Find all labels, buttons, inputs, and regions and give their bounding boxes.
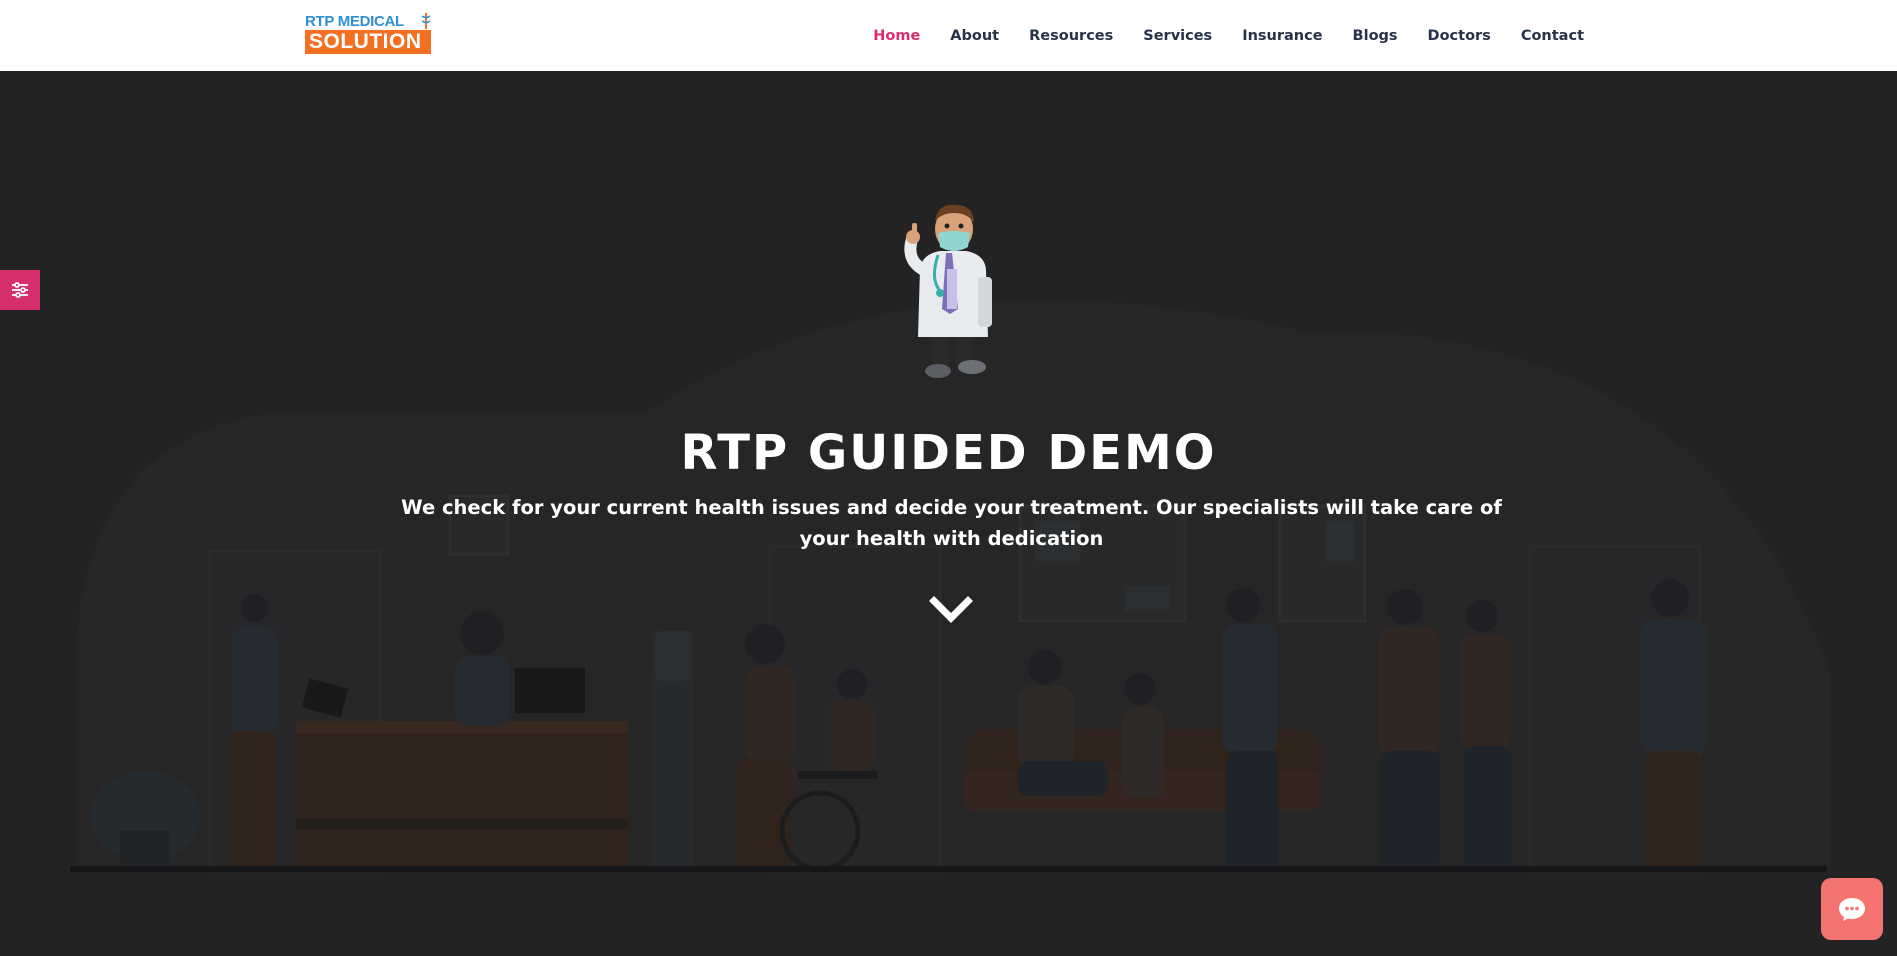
nav-doctors[interactable]: Doctors bbox=[1428, 28, 1491, 44]
main-nav: Home About Resources Services Insurance … bbox=[873, 0, 1584, 71]
nav-contact[interactable]: Contact bbox=[1521, 28, 1584, 44]
hero-subtitle: We check for your current health issues … bbox=[401, 496, 1502, 550]
logo-line2: SOLUTION bbox=[305, 30, 431, 54]
nav-services[interactable]: Services bbox=[1143, 28, 1212, 44]
chevron-down-icon[interactable] bbox=[929, 593, 973, 627]
nav-insurance[interactable]: Insurance bbox=[1242, 28, 1322, 44]
nav-home[interactable]: Home bbox=[873, 28, 920, 44]
site-header: RTP MEDICAL SOLUTION Home About Resource… bbox=[0, 0, 1897, 71]
chat-bubble-icon bbox=[1839, 898, 1865, 921]
nav-resources[interactable]: Resources bbox=[1029, 28, 1113, 44]
hero-section: RTP GUIDED DEMO We check for your curren… bbox=[0, 71, 1897, 956]
caduceus-icon bbox=[421, 13, 431, 29]
nav-blogs[interactable]: Blogs bbox=[1353, 28, 1398, 44]
site-logo[interactable]: RTP MEDICAL SOLUTION bbox=[305, 13, 433, 56]
nav-about[interactable]: About bbox=[950, 28, 999, 44]
chat-button[interactable] bbox=[1821, 878, 1883, 940]
doctor-mascot bbox=[904, 204, 992, 378]
hero-title: RTP GUIDED DEMO bbox=[680, 425, 1217, 481]
settings-side-tab[interactable] bbox=[0, 270, 40, 310]
sliders-icon bbox=[12, 282, 28, 298]
logo-line1: RTP MEDICAL bbox=[305, 13, 404, 30]
